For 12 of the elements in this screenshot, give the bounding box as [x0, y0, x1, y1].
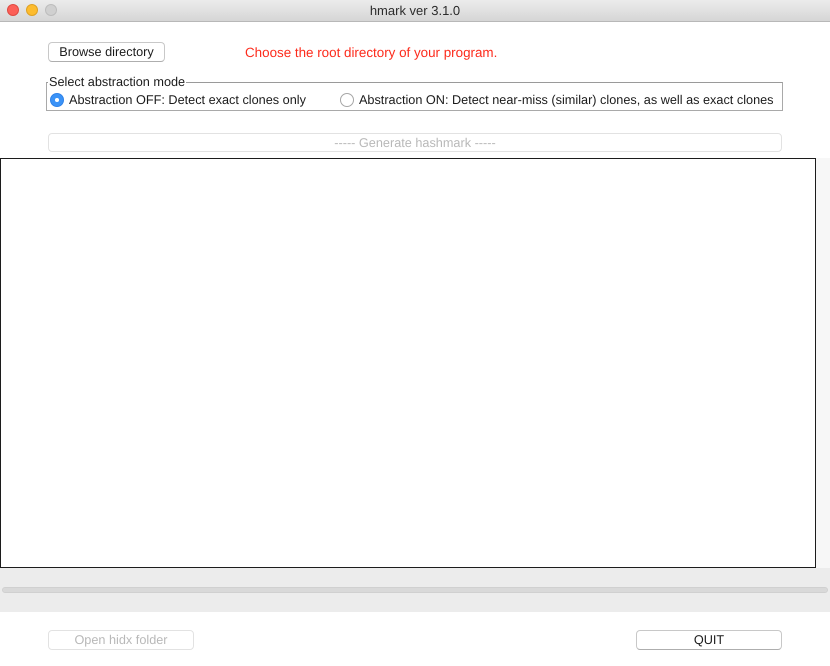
- radio-label[interactable]: Abstraction OFF: Detect exact clones only: [69, 93, 306, 107]
- radio-label[interactable]: Abstraction ON: Detect near-miss (similar) clones, as well as exact clones: [358, 93, 774, 107]
- quit-button[interactable]: QUIT: [636, 630, 782, 650]
- window-title: hmark ver 3.1.0: [370, 3, 460, 18]
- close-icon[interactable]: [7, 4, 19, 16]
- radio-button[interactable]: [50, 93, 64, 107]
- minimize-icon[interactable]: [26, 4, 38, 16]
- group-label: Select abstraction mode: [48, 75, 186, 89]
- zoom-icon: [45, 4, 57, 16]
- browse-button[interactable]: Browse directory: [48, 42, 165, 62]
- status-message: Choose the root directory of your program.: [245, 44, 498, 60]
- radio-button[interactable]: [340, 93, 354, 107]
